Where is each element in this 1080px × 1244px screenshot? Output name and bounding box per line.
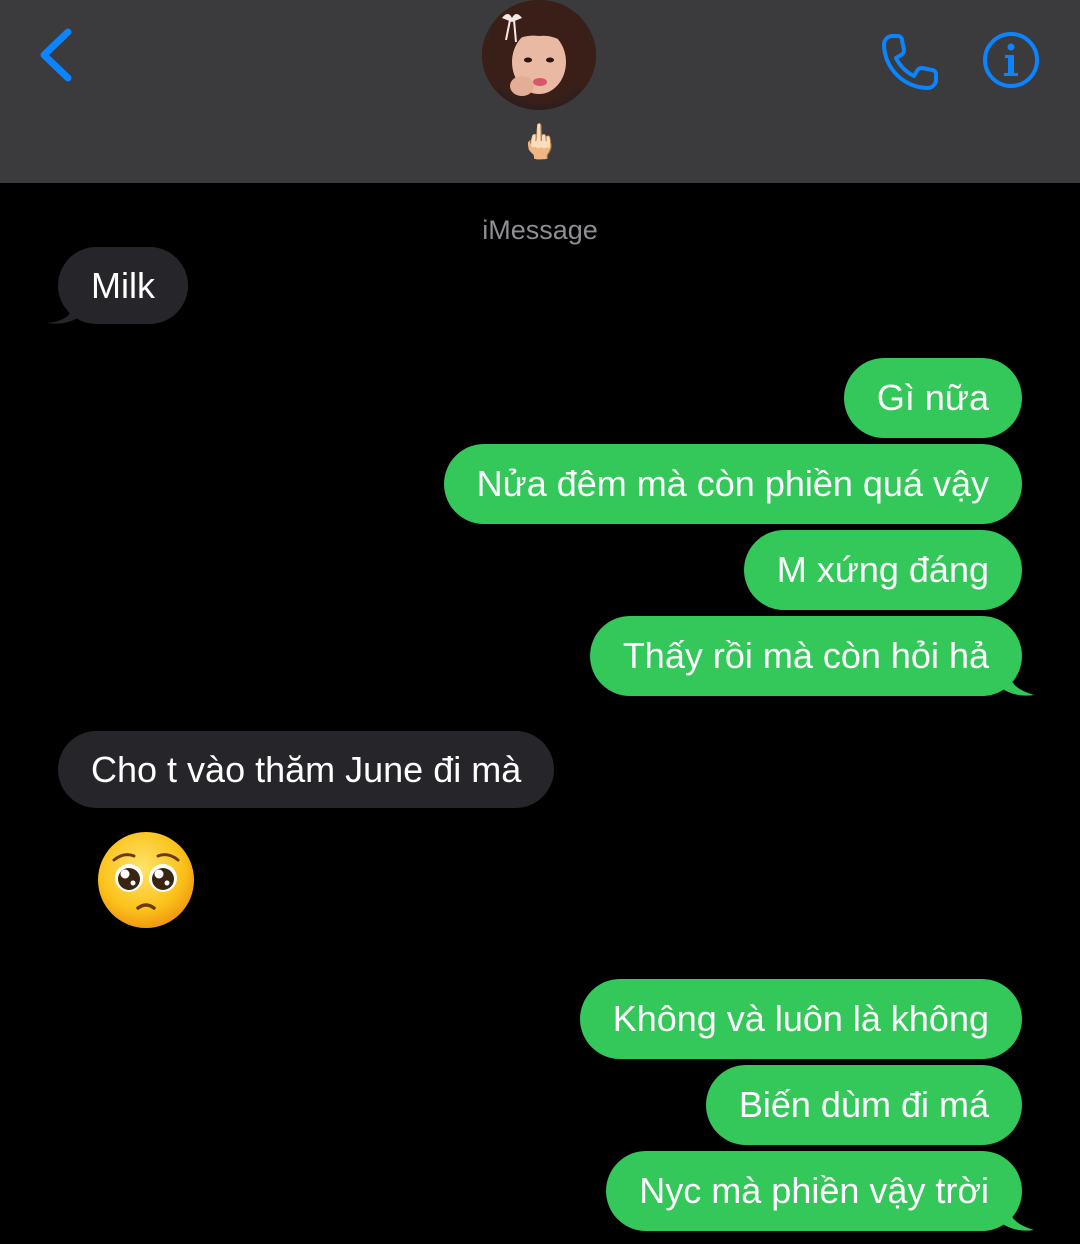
- sent-message-bubble[interactable]: Nửa đêm mà còn phiền quá vậy: [443, 444, 1022, 524]
- phone-icon: [882, 34, 938, 90]
- emoji-message[interactable]: [96, 830, 196, 930]
- contact-avatar[interactable]: [482, 0, 596, 110]
- received-message-bubble[interactable]: Cho t vào thăm June đi mà: [58, 731, 555, 808]
- message-text: Nyc mà phiền vậy trời: [639, 1170, 989, 1211]
- sent-message-bubble[interactable]: Thấy rồi mà còn hỏi hả: [589, 616, 1022, 696]
- info-icon: [983, 32, 1039, 88]
- chevron-left-icon: [40, 28, 72, 82]
- sent-bubble-tail: [998, 660, 1034, 696]
- conversation-header: 🖕🏻: [0, 0, 1080, 183]
- sent-message-bubble[interactable]: Biến dùm đi má: [705, 1065, 1022, 1145]
- received-bubble-tail: [48, 292, 84, 324]
- message-text: Biến dùm đi má: [738, 1084, 989, 1125]
- pleading-face-icon: [98, 832, 194, 928]
- message-text: Không và luôn là không: [612, 998, 989, 1039]
- message-text: Cho t vào thăm June đi mà: [91, 749, 522, 790]
- message-text: Gì nữa: [876, 377, 989, 418]
- call-button[interactable]: [878, 30, 942, 94]
- conversation-screen: 🖕🏻 iMessage Milk Gì nữa Nửa đêm mà còn p…: [0, 0, 1080, 1244]
- info-button[interactable]: [981, 30, 1041, 90]
- sent-message-bubble[interactable]: Không và luôn là không: [579, 979, 1022, 1059]
- avatar-photo: [482, 0, 596, 110]
- contact-name[interactable]: 🖕🏻: [0, 122, 1080, 162]
- sent-message-bubble[interactable]: Nyc mà phiền vậy trời: [606, 1151, 1022, 1231]
- message-text: Milk: [91, 265, 155, 306]
- sent-message-bubble[interactable]: Gì nữa: [843, 358, 1022, 438]
- back-button[interactable]: [30, 22, 90, 88]
- sent-message-bubble[interactable]: M xứng đáng: [743, 530, 1022, 610]
- service-label: iMessage: [482, 215, 598, 245]
- message-text: M xứng đáng: [776, 549, 989, 590]
- message-text: Thấy rồi mà còn hỏi hả: [622, 635, 989, 676]
- message-text: Nửa đêm mà còn phiền quá vậy: [476, 463, 989, 504]
- sent-bubble-tail: [998, 1195, 1034, 1231]
